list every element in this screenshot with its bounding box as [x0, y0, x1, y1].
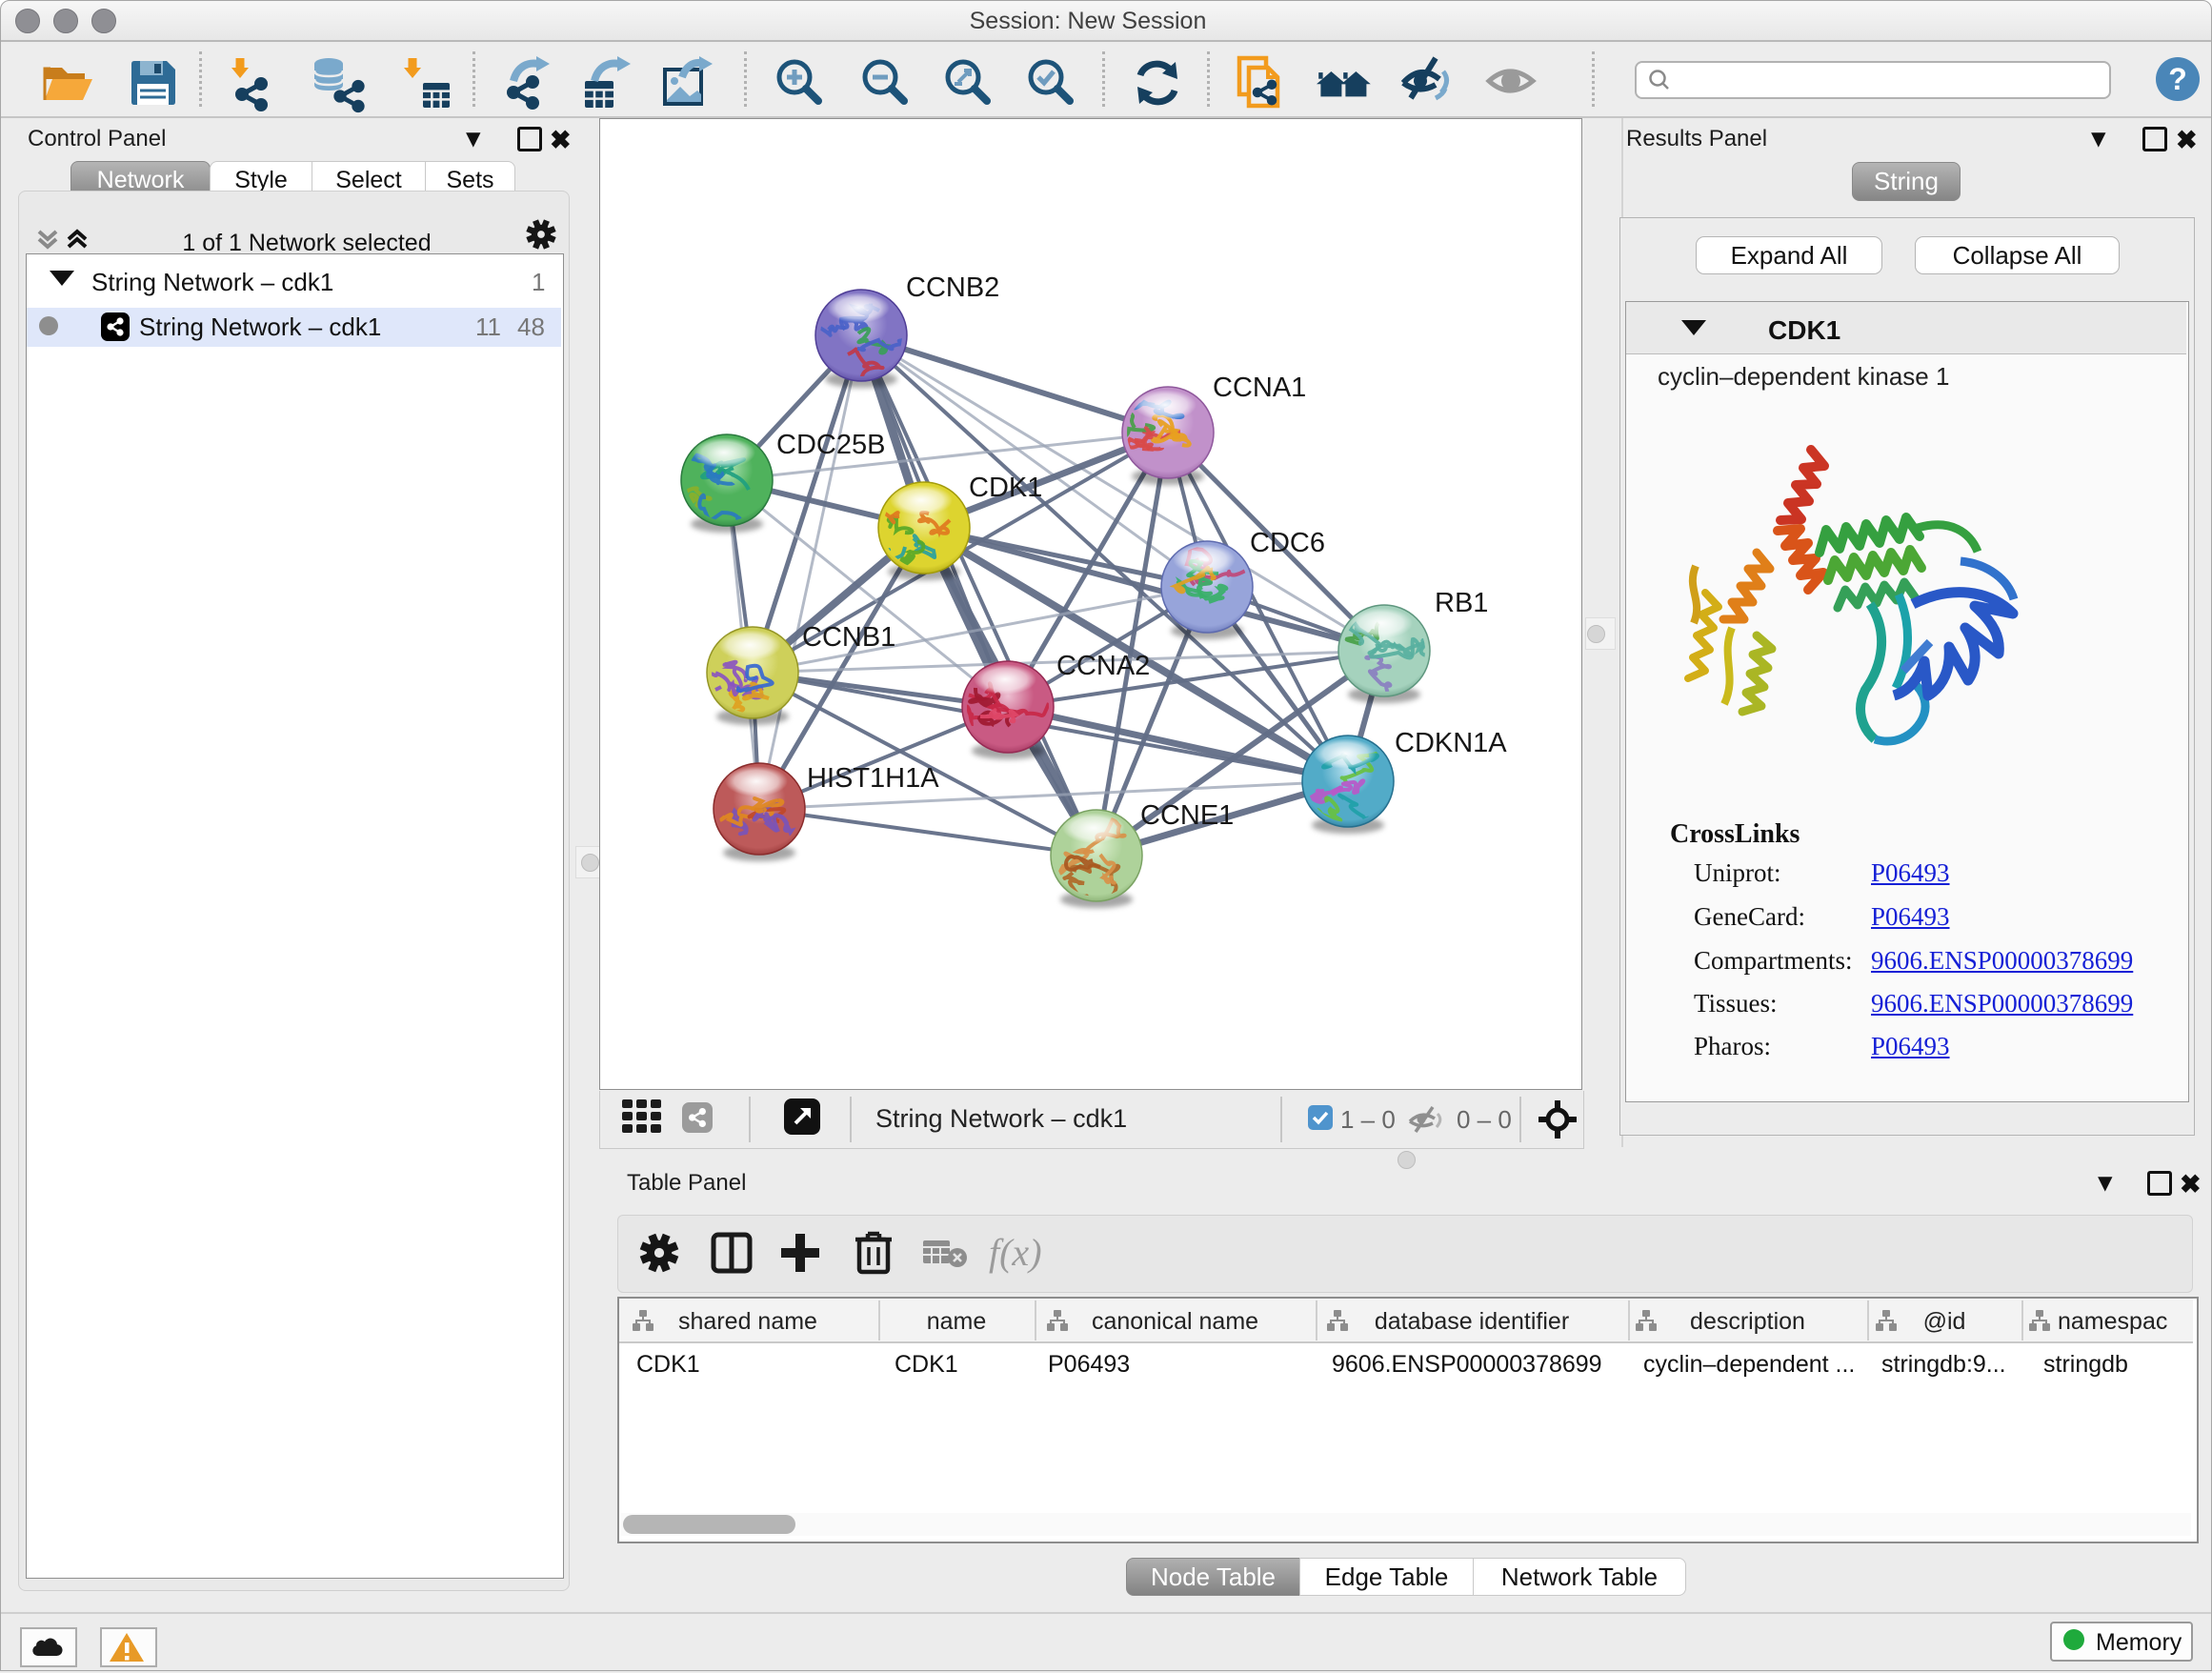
svg-text:CDKN1A: CDKN1A [1395, 728, 1507, 758]
svg-text:CCNA1: CCNA1 [1213, 373, 1306, 403]
svg-text:CCNE1: CCNE1 [1140, 800, 1234, 831]
svg-text:CDK1: CDK1 [969, 473, 1042, 503]
svg-text:CDC25B: CDC25B [776, 430, 885, 460]
svg-text:RB1: RB1 [1435, 588, 1488, 618]
svg-text:HIST1H1A: HIST1H1A [807, 763, 939, 794]
svg-text:CDC6: CDC6 [1250, 528, 1325, 558]
svg-text:CCNB1: CCNB1 [802, 622, 895, 653]
svg-text:CCNA2: CCNA2 [1056, 651, 1150, 681]
svg-text:CCNB2: CCNB2 [906, 272, 999, 303]
